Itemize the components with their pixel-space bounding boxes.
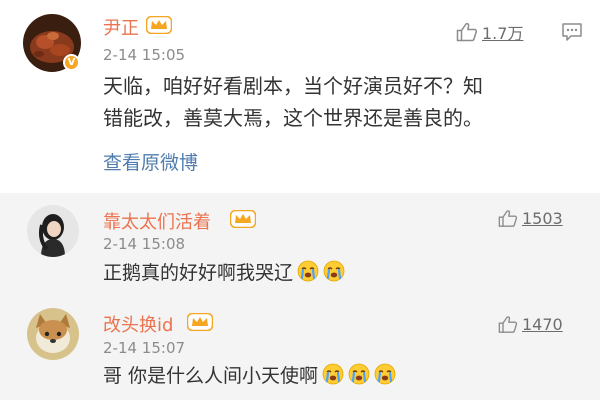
avatar[interactable] [27, 308, 79, 360]
emoji-group [318, 363, 396, 387]
timestamp: 2-14 15:05 [103, 46, 186, 64]
like-count: 1.7万 [482, 24, 524, 43]
vip-crown-icon [146, 16, 172, 34]
comment-text-line-2: 错能改，善莫大焉，这个世界还是善良的。 [103, 106, 483, 130]
like-button[interactable]: 1.7万 [456, 20, 523, 44]
view-original-link[interactable]: 查看原微博 [103, 148, 198, 175]
username[interactable]: 改头换id [103, 311, 173, 337]
comment-reply-icon[interactable] [561, 22, 583, 42]
thumbs-up-icon [456, 22, 478, 42]
like-count: 1470 [522, 315, 563, 334]
like-count: 1503 [522, 209, 563, 228]
avatar[interactable] [27, 205, 79, 257]
username[interactable]: 靠太太们活着 [103, 208, 211, 234]
timestamp: 2-14 15:07 [103, 339, 186, 357]
emoji-group [293, 260, 345, 284]
reply-text-content: 哥 你是什么人间小天使啊 [103, 365, 319, 387]
crying-emoji-icon [297, 260, 319, 282]
crying-emoji-icon [323, 260, 345, 282]
timestamp: 2-14 15:08 [103, 235, 186, 253]
verified-badge-icon: V [63, 54, 80, 71]
vip-crown-icon [187, 313, 213, 331]
thumbs-up-icon [498, 316, 518, 333]
crying-emoji-icon [348, 363, 370, 385]
reply-text: 哥 你是什么人间小天使啊 [103, 360, 396, 392]
reply-text-content: 正鹅真的好好啊我哭辽 [103, 262, 294, 284]
crying-emoji-icon [322, 363, 344, 385]
comment-text-line-1: 天临，咱好好看剧本，当个好演员好不？知 [103, 74, 483, 98]
reply-list: 靠太太们活着 2-14 15:08 正鹅真的好好啊我哭辽 1503 改头换id … [0, 193, 600, 400]
reply-text: 正鹅真的好好啊我哭辽 [103, 257, 345, 289]
like-button[interactable]: 1470 [498, 315, 563, 334]
main-comment: V 尹正 2-14 15:05 天临，咱好好看剧本，当个好演员好不？知 错能改，… [0, 0, 600, 193]
like-button[interactable]: 1503 [498, 209, 563, 228]
username[interactable]: 尹正 [103, 14, 139, 40]
vip-crown-icon [230, 210, 256, 228]
crying-emoji-icon [374, 363, 396, 385]
thumbs-up-icon [498, 210, 518, 227]
